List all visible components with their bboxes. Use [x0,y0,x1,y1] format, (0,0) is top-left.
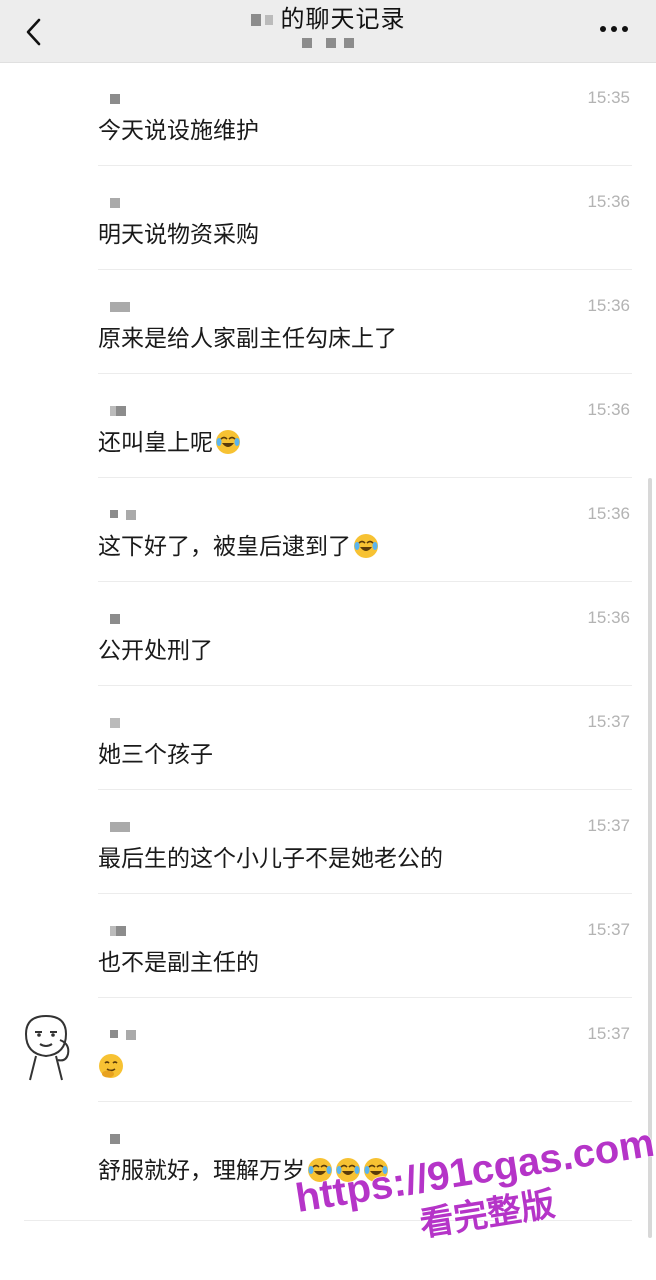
laugh-cry-emoji-icon [216,430,240,454]
redacted-sender [110,1030,136,1040]
chevron-left-icon [26,18,41,46]
message-time: 15:36 [587,192,630,211]
laugh-cry-emoji-icon [364,1158,388,1182]
message-item[interactable]: 15:35 今天说设施维护 [98,62,632,166]
message-text: 今天说设施维护 [98,118,259,144]
message-text: 也不是副主任的 [98,950,259,976]
message-item[interactable]: 15:36 明天说物资采购 [98,166,632,270]
redacted-sender [110,198,120,208]
more-options-button[interactable] [594,14,634,44]
redacted-sender [110,718,120,728]
message-item[interactable]: 15:37 [98,998,632,1102]
laugh-cry-emoji-icon [308,1158,332,1182]
redacted-subtitle [200,38,456,48]
message-text: 原来是给人家副主任勾床上了 [98,326,397,352]
message-time: 15:37 [587,712,630,731]
message-item[interactable]: 15:37 也不是副主任的 [98,894,632,998]
redacted-sender [110,406,126,416]
message-text: 公开处刑了 [98,638,213,664]
title-area: 的聊天记录 [200,4,456,58]
scrollbar[interactable] [648,478,652,1238]
message-text: 她三个孩子 [98,742,213,768]
message-time: 15:35 [587,88,630,107]
message-list[interactable]: 15:35 今天说设施维护 15:36 明天说物资采购 15:36 原来是给人家… [0,62,656,1280]
nav-bar: 的聊天记录 [0,0,656,63]
message-text-content: 还叫皇上呢 [98,430,213,456]
message-time: 15:36 [587,608,630,627]
message-text [98,1052,124,1082]
page-title: 的聊天记录 [200,4,456,34]
message-text: 还叫皇上呢 [98,428,241,458]
message-time: 15:36 [587,504,630,523]
redacted-name [264,15,273,25]
message-item[interactable]: 15:36 这下好了，被皇后逮到了 [98,478,632,582]
message-time: 15:36 [587,296,630,315]
message-time: 15:37 [587,920,630,939]
divider [24,1220,632,1221]
laugh-cry-emoji-icon [336,1158,360,1182]
redacted-sender [110,822,130,832]
message-item[interactable]: 15:36 原来是给人家副主任勾床上了 [98,270,632,374]
redacted-sender [110,614,120,624]
message-text: 这下好了，被皇后逮到了 [98,532,379,562]
ellipsis-icon [600,26,628,32]
message-item[interactable]: 15:36 公开处刑了 [98,582,632,686]
redacted-name [250,14,261,26]
message-item[interactable]: 15:36 还叫皇上呢 [98,374,632,478]
redacted-sender [110,926,126,936]
message-time: 15:36 [587,400,630,419]
message-item[interactable]: 15:37 她三个孩子 [98,686,632,790]
message-text-content: 这下好了，被皇后逮到了 [98,534,351,560]
message-text: 舒服就好，理解万岁 [98,1156,389,1186]
avatar[interactable] [16,1010,76,1082]
redacted-sender [110,94,120,104]
message-time: 15:37 [587,1024,630,1043]
back-button[interactable] [14,12,54,52]
thinking-giggle-emoji-icon [99,1054,123,1078]
chat-history-screen: 的聊天记录 15:35 今天说设施维护 15:36 明天说物资采购 15:36 … [0,0,656,1280]
message-text: 明天说物资采购 [98,222,259,248]
redacted-sender [110,510,136,520]
message-time: 15:37 [587,816,630,835]
laugh-cry-emoji-icon [354,534,378,558]
message-text: 最后生的这个小儿子不是她老公的 [98,846,443,872]
message-item[interactable]: 舒服就好，理解万岁 [98,1102,632,1206]
redacted-sender [110,1134,120,1144]
page-title-text: 的聊天记录 [280,5,406,33]
redacted-sender [110,302,130,312]
message-text-content: 舒服就好，理解万岁 [98,1158,305,1184]
message-item[interactable]: 15:37 最后生的这个小儿子不是她老公的 [98,790,632,894]
